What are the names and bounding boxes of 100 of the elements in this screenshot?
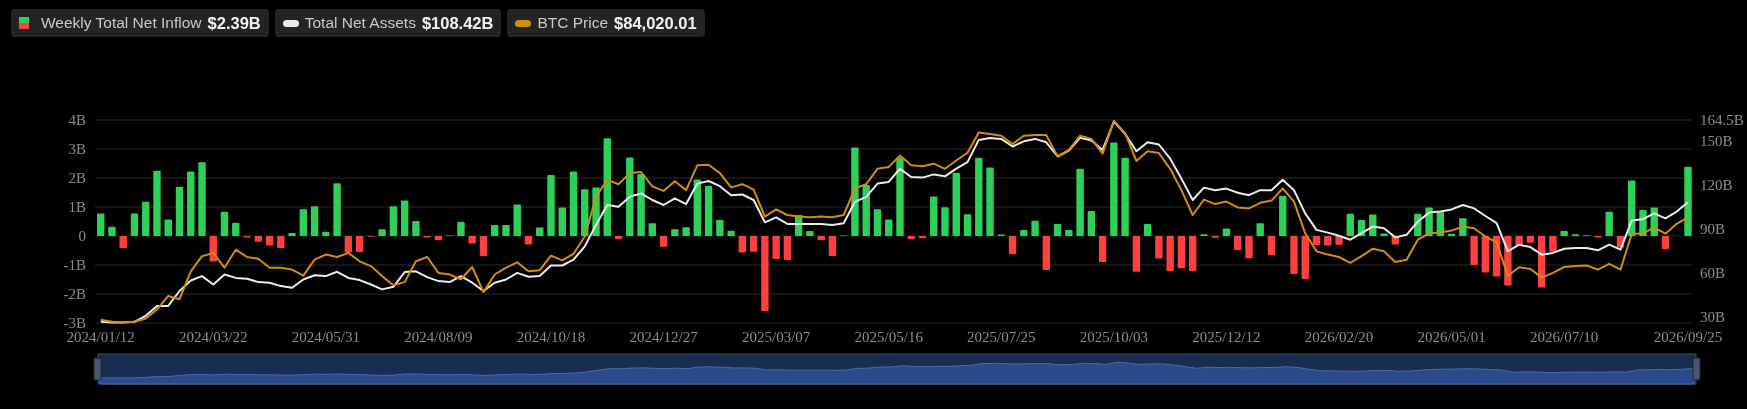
bar <box>1515 236 1523 246</box>
axis-label: 2026/07/10 <box>1530 329 1599 345</box>
legend-label: Weekly Total Net Inflow <box>41 14 202 32</box>
bar <box>1369 214 1377 236</box>
bar <box>547 175 555 236</box>
bar <box>1301 236 1309 279</box>
legend-value: $84,020.01 <box>614 13 697 33</box>
bar <box>1166 236 1174 272</box>
legend-icon <box>282 19 299 27</box>
zoom-slider[interactable] <box>93 353 1701 385</box>
bar <box>1616 236 1625 248</box>
bar <box>1481 236 1490 273</box>
axis-label: 164.5B <box>1700 112 1744 128</box>
bar <box>1605 211 1613 236</box>
bar <box>1290 236 1298 274</box>
bar <box>1459 218 1467 236</box>
axis-label: 2025/10/03 <box>1079 329 1149 345</box>
axis-label: 3B <box>68 141 86 157</box>
bar <box>1076 168 1084 236</box>
bar <box>1132 236 1141 272</box>
bar <box>614 236 623 239</box>
bar <box>693 179 702 236</box>
bar <box>1447 233 1456 236</box>
axis-label: 90B <box>1700 221 1725 238</box>
bar <box>783 236 792 261</box>
bar <box>794 215 803 236</box>
bar <box>1346 213 1354 236</box>
bar <box>581 189 589 236</box>
bar <box>536 227 544 236</box>
bar <box>1526 236 1535 243</box>
bar <box>108 226 116 236</box>
bar <box>1324 236 1332 246</box>
axis-label: 2026/05/01 <box>1417 329 1486 345</box>
axis-label: 1B <box>68 199 86 215</box>
bar <box>817 236 825 241</box>
axis-label: 30B <box>1700 309 1725 326</box>
bar <box>1245 236 1253 259</box>
bar <box>1087 211 1096 236</box>
axis-label: -2B <box>63 286 86 302</box>
axis-label: 2B <box>68 170 86 186</box>
bar <box>1222 228 1231 236</box>
bar <box>738 236 747 253</box>
bar <box>524 236 533 245</box>
legend-icon <box>515 19 532 27</box>
bar <box>772 236 780 259</box>
legend-item[interactable]: Weekly Total Net Inflow $2.39B <box>11 9 269 37</box>
bar <box>659 236 668 247</box>
bar <box>378 229 386 236</box>
axis-label: 2024/10/18 <box>516 329 586 345</box>
bar <box>1391 236 1399 245</box>
bar <box>299 209 308 236</box>
bar <box>727 230 735 236</box>
bar <box>412 220 420 236</box>
axis-label: -3B <box>63 315 86 331</box>
bar <box>209 236 217 262</box>
bar <box>1425 207 1433 236</box>
bar <box>907 236 915 239</box>
bar <box>1267 236 1276 256</box>
axis-label: 2025/03/07 <box>741 329 811 345</box>
bar <box>862 184 870 236</box>
bar <box>310 206 319 236</box>
bar <box>1537 236 1546 288</box>
bar <box>277 236 285 249</box>
bar <box>1470 236 1478 265</box>
bar <box>806 231 814 236</box>
axis-label: 150B <box>1700 133 1733 150</box>
bar <box>254 236 262 242</box>
bar <box>1492 236 1501 277</box>
bar <box>941 207 949 236</box>
bar <box>1684 166 1692 236</box>
bar <box>637 173 645 236</box>
bar <box>1020 229 1028 236</box>
bar <box>1650 207 1658 236</box>
legend-label: Total Net Assets <box>304 14 416 32</box>
bar <box>1549 236 1557 252</box>
bar <box>885 219 893 236</box>
bar <box>130 213 139 236</box>
bar <box>97 213 105 236</box>
legend-value: $2.39B <box>207 13 261 33</box>
axis-label: 2025/05/16 <box>854 329 923 345</box>
bar <box>1188 236 1197 272</box>
bar <box>153 170 161 236</box>
legend-icon <box>19 17 29 29</box>
legend-item[interactable]: Total Net Assets $108.42B <box>274 9 502 37</box>
bar <box>1143 224 1152 236</box>
legend-item[interactable]: BTC Price $84,020.01 <box>507 9 705 37</box>
bar <box>513 204 521 236</box>
axis-label: -1B <box>63 257 86 273</box>
bar <box>389 206 398 236</box>
bar <box>1357 220 1366 236</box>
bar <box>1628 180 1636 236</box>
bar <box>1661 236 1670 250</box>
bar <box>986 167 994 236</box>
bar <box>1177 236 1186 269</box>
bar <box>1414 213 1422 236</box>
bar <box>491 225 499 236</box>
bar <box>648 223 656 236</box>
axis-label: 2024/01/12 <box>66 329 135 345</box>
legend-value: $108.42B <box>421 13 494 33</box>
bar <box>1155 236 1163 259</box>
